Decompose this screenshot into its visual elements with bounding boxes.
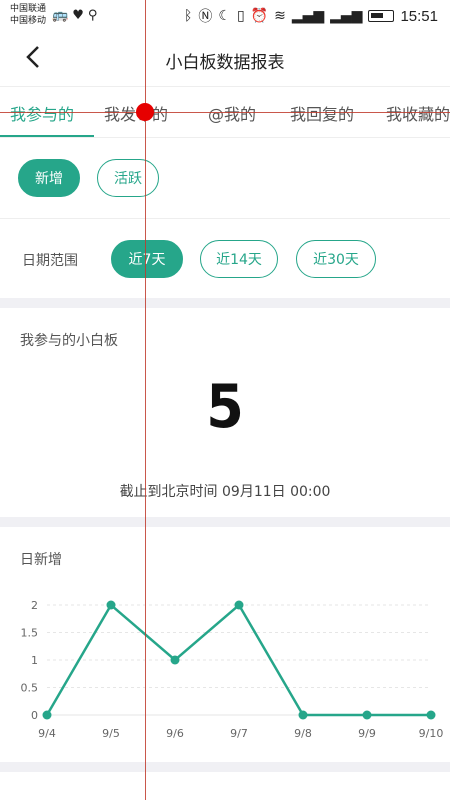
filter-new-button[interactable]: 新增 <box>18 159 80 197</box>
summary-value: 5 <box>206 372 244 442</box>
date-range-label: 日期范围 <box>22 253 78 269</box>
tab-mentioned[interactable]: @我的 <box>208 101 256 125</box>
battery-icon <box>368 10 395 22</box>
data-point <box>362 710 372 720</box>
notification-icons: 🚌♥⚲ <box>52 8 101 23</box>
nfc-icon: Ⓝ <box>198 9 213 25</box>
data-point <box>426 710 436 720</box>
range-14-days-button[interactable]: 近14天 <box>200 240 278 278</box>
data-point <box>234 600 244 610</box>
signal-icon: ▂▄▆ <box>291 8 325 24</box>
x-tick-label: 9/9 <box>358 727 376 740</box>
data-point <box>170 655 180 665</box>
cutoff-time: 截止到北京时间 09月11日 00:00 <box>119 484 331 500</box>
y-tick-label: 0.5 <box>21 682 39 695</box>
x-tick-label: 9/7 <box>230 727 248 740</box>
wifi-icon: ≋ <box>274 8 286 24</box>
moon-icon: ☾ <box>218 8 231 24</box>
bluetooth-icon: ᛒ <box>183 8 193 24</box>
range-30-days-button[interactable]: 近30天 <box>296 240 376 278</box>
tab-replied[interactable]: 我回复的 <box>290 101 354 125</box>
cursor-crosshair-horizontal <box>0 112 450 113</box>
filter-active-button[interactable]: 活跃 <box>97 159 159 197</box>
section-separator <box>0 517 450 527</box>
x-tick-label: 9/10 <box>419 727 444 740</box>
vibrate-icon: ▯ <box>236 8 245 24</box>
x-tick-label: 9/6 <box>166 727 184 740</box>
alarm-icon: ⏰ <box>250 8 269 24</box>
section-separator <box>0 762 450 772</box>
tab-indicator <box>0 135 94 137</box>
carrier-info: 中国联通 中国移动 <box>10 3 46 27</box>
app-header: 小白板数据报表 <box>0 32 450 84</box>
data-point <box>106 600 116 610</box>
divider <box>0 218 450 219</box>
cursor-pointer <box>136 103 154 121</box>
summary-title: 我参与的小白板 <box>20 333 118 349</box>
tab-favorited[interactable]: 我收藏的 <box>386 101 450 125</box>
y-tick-label: 1.5 <box>21 627 39 640</box>
section-separator <box>0 298 450 308</box>
tab-participated[interactable]: 我参与的 <box>10 101 74 125</box>
clock: 15:51 <box>400 7 438 25</box>
x-tick-label: 9/8 <box>294 727 312 740</box>
page-title: 小白板数据报表 <box>165 53 285 73</box>
data-point <box>298 710 308 720</box>
signal-icon-2: ▂▄▆ <box>330 8 363 24</box>
usb-icon: ⚲ <box>87 8 102 23</box>
daily-line-chart: 0 0.5 1 1.5 2 9/4 9/5 9/6 9/7 9/8 9/9 9/10 <box>21 599 444 740</box>
carrier-1: 中国联通 <box>10 4 47 14</box>
range-7-days-button[interactable]: 近7天 <box>111 240 183 278</box>
carrier-2: 中国移动 <box>10 16 47 26</box>
system-icons: ᛒ Ⓝ ☾ ▯ ⏰ ≋ ▂▄▆ ▂▄▆ 15:51 <box>184 6 438 26</box>
status-bar: 中国联通 中国移动 🚌♥⚲ ᛒ Ⓝ ☾ ▯ ⏰ ≋ ▂▄▆ ▂▄▆ 15:51 <box>0 0 450 32</box>
x-tick-label: 9/5 <box>102 727 120 740</box>
daily-title: 日新增 <box>20 552 62 568</box>
y-tick-label: 1 <box>31 654 38 667</box>
heart-icon: ♥ <box>72 8 88 23</box>
bus-icon: 🚌 <box>52 8 73 23</box>
y-tick-label: 0 <box>31 709 38 722</box>
data-point <box>42 710 52 720</box>
y-tick-label: 2 <box>31 599 38 612</box>
x-tick-label: 9/4 <box>38 727 56 740</box>
